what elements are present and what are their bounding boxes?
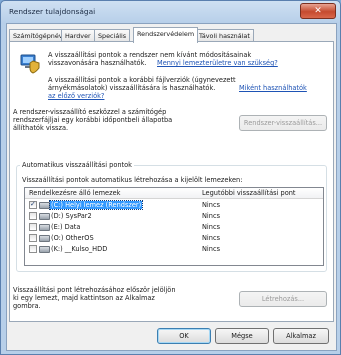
disk-name: (D:) SysPar2 xyxy=(51,212,92,220)
drive-icon xyxy=(39,246,50,253)
disk-row-o[interactable]: (O:) OtherOS Nincs xyxy=(25,233,323,243)
system-protection-icon xyxy=(20,54,40,74)
column-available-disks[interactable]: Rendelkezésre álló lemezek xyxy=(29,189,120,197)
intro-line-1: A visszaállítási pontok a rendszer nem k… xyxy=(48,51,252,59)
system-properties-window: Rendszer tulajdonságai ✕ Számítógépnév H… xyxy=(0,0,341,355)
drive-icon xyxy=(39,224,50,231)
restore-line-1: A rendszer-visszaállító eszközzel a szám… xyxy=(13,108,167,116)
disk-checkbox-e[interactable] xyxy=(29,223,37,231)
apply-button[interactable]: Alkalmaz xyxy=(273,328,329,344)
disk-checkbox-k[interactable] xyxy=(29,245,37,253)
disk-status: Nincs xyxy=(202,234,221,242)
disk-row-e[interactable]: (E:) Data Nincs xyxy=(25,222,323,232)
auto-restore-description: Visszaállítási pontok automatikus létreh… xyxy=(22,176,243,184)
intro-p2-line-1: A visszaállítási pontok a korábbi fájlve… xyxy=(48,76,236,84)
disk-checkbox-c[interactable] xyxy=(29,200,37,209)
disk-list: Rendelkezésre álló lemezek Legutóbbi vis… xyxy=(24,187,324,266)
disk-name: (C:) Helyi lemez (Rendszer) xyxy=(48,200,144,210)
dialog-client-area: Számítógépnév Hardver Speciális Rendszer… xyxy=(6,23,337,351)
cancel-button[interactable]: Mégse xyxy=(215,328,269,344)
drive-icon xyxy=(39,202,50,209)
restore-line-2: rendszerfájljai egy korábbi időpontbeli … xyxy=(13,116,173,124)
disk-status: Nincs xyxy=(202,245,221,253)
disk-name: (E:) Data xyxy=(51,223,81,231)
disk-list-header: Rendelkezésre álló lemezek Legutóbbi vis… xyxy=(25,188,323,199)
drive-icon xyxy=(39,213,50,220)
disk-row-c[interactable]: (C:) Helyi lemez (Rendszer) Nincs xyxy=(25,200,323,210)
previous-versions-link-2[interactable]: az előző verziók? xyxy=(48,92,104,100)
create-line-3: gombra. xyxy=(13,302,41,310)
disk-status: Nincs xyxy=(202,212,221,220)
disk-status: Nincs xyxy=(202,223,221,231)
create-line-2: ki egy lemezt, majd kattintson az Alkalm… xyxy=(13,294,155,302)
disk-name: (O:) OtherOS xyxy=(51,234,94,242)
system-protection-panel: A visszaállítási pontok a rendszer nem k… xyxy=(9,41,334,322)
tab-system-protection[interactable]: Rendszervédelem xyxy=(133,27,199,43)
auto-restore-group-title: Automatikus visszaállítási pontok xyxy=(20,161,134,169)
column-last-restore-point[interactable]: Legutóbbi visszaállítási pont xyxy=(202,189,296,197)
window-title: Rendszer tulajdonságai xyxy=(9,7,96,16)
title-bar[interactable]: Rendszer tulajdonságai ✕ xyxy=(1,1,340,23)
disk-name: (K:) __Kulso_HDD xyxy=(51,245,108,253)
disk-checkbox-o[interactable] xyxy=(29,234,37,242)
system-restore-button[interactable]: Rendszer-visszaállítás... xyxy=(239,115,327,131)
create-line-1: Visszaállítási pont létrehozásához elősz… xyxy=(13,286,176,294)
disk-row-d[interactable]: (D:) SysPar2 Nincs xyxy=(25,211,323,221)
create-restore-point-button[interactable]: Létrehozás... xyxy=(239,291,327,307)
previous-versions-link-1[interactable]: Miként használhatók xyxy=(239,84,307,92)
disk-checkbox-d[interactable] xyxy=(29,212,37,220)
restore-line-3: állíthatók vissza. xyxy=(13,124,69,132)
intro-p2-line-2: árnyékmásolatok) visszaállítására is has… xyxy=(48,84,216,92)
intro-line-2: visszavonására használhatók. xyxy=(48,59,147,67)
close-button[interactable]: ✕ xyxy=(300,3,336,19)
disk-row-k[interactable]: (K:) __Kulso_HDD Nincs xyxy=(25,244,323,254)
disk-status: Nincs xyxy=(202,201,221,209)
drive-icon xyxy=(39,235,50,242)
ok-button[interactable]: OK xyxy=(157,328,211,344)
disk-space-link[interactable]: Mennyi lemezterületre van szükség? xyxy=(157,59,278,67)
